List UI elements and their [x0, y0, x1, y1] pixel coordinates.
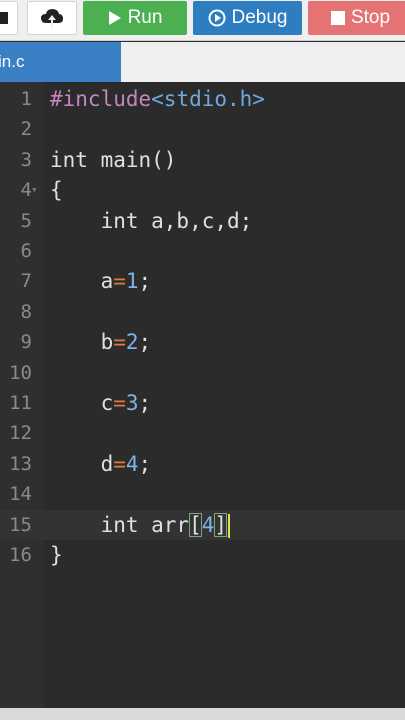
code-line[interactable]: 16} [0, 540, 405, 570]
code-line[interactable]: 15 int arr[4] [0, 509, 405, 540]
line-number: 15 [9, 513, 32, 536]
code-token: = [113, 391, 126, 415]
code-token: } [50, 543, 63, 567]
code-line[interactable]: 12 [0, 418, 405, 448]
toolbar: Run Debug Stop [0, 0, 405, 41]
code-text: c=3; [50, 388, 152, 418]
line-number: 11 [9, 392, 32, 414]
line-number: 13 [9, 452, 32, 475]
code-line[interactable]: 1 #include<stdio.h> [0, 84, 405, 114]
code-token: = [113, 451, 126, 476]
code-token: ; [138, 391, 152, 415]
line-number: 8 [20, 300, 32, 323]
code-token: #include [50, 87, 152, 111]
code-text: int arr[4] [50, 510, 231, 540]
line-number: 4 [20, 179, 32, 202]
stop-label: Stop [350, 7, 391, 28]
stop-button[interactable]: Stop [308, 1, 405, 35]
stop-icon [330, 11, 345, 25]
code-token: 2 [125, 330, 139, 355]
code-line[interactable]: 2 [0, 114, 405, 144]
code-token: 1 [125, 269, 139, 294]
line-number: 6 [20, 240, 32, 262]
code-token: = [113, 330, 126, 355]
line-number: 3 [20, 148, 32, 171]
code-token: d [50, 451, 114, 476]
code-text: d=4; [50, 449, 152, 479]
upload-button[interactable] [27, 1, 77, 35]
code-line[interactable]: 8 [0, 297, 405, 327]
code-text: int main() [50, 145, 176, 175]
line-number: 10 [9, 361, 32, 384]
code-line[interactable]: 4 ▾ { [0, 175, 405, 205]
line-number: 9 [20, 331, 32, 354]
code-token: c [50, 391, 114, 415]
code-token: [ [189, 512, 202, 537]
code-text: #include<stdio.h> [50, 84, 265, 114]
code-token: b [50, 330, 114, 355]
play-icon [108, 10, 122, 26]
code-token: 3 [125, 391, 139, 415]
line-number: 12 [9, 422, 32, 445]
line-number: 16 [9, 544, 32, 566]
code-line[interactable]: 13 d=4; [0, 449, 405, 479]
code-line[interactable]: 5 int a,b,c,d; [0, 206, 405, 236]
code-token: <stdio.h> [151, 87, 265, 111]
tab-label: in.c [0, 52, 25, 71]
code-line[interactable]: 11 c=3; [0, 388, 405, 418]
upload-cloud-icon [40, 8, 64, 28]
code-token: 4 [201, 512, 215, 537]
run-button[interactable]: Run [83, 1, 187, 35]
file-tab-bar: in.c [0, 42, 405, 82]
code-text: a=1; [50, 266, 152, 296]
code-line[interactable]: 9 b=2; [0, 327, 405, 357]
debug-icon [208, 9, 226, 27]
line-number: 14 [9, 483, 32, 506]
code-token: int arr [50, 512, 190, 537]
code-token: int a,b,c,d; [50, 208, 253, 233]
tab-main-c[interactable]: in.c [0, 42, 121, 82]
code-text: { [50, 175, 63, 205]
file-icon [0, 10, 10, 26]
code-token: 4 [125, 451, 139, 476]
code-token: ] [214, 512, 228, 537]
code-text: int a,b,c,d; [50, 206, 253, 236]
code-token: a [50, 269, 114, 294]
code-token: int main() [50, 147, 177, 172]
code-line[interactable]: 14 [0, 479, 405, 509]
code-text: } [50, 540, 63, 570]
line-number: 1 [20, 88, 32, 110]
code-token: { [50, 178, 63, 203]
code-token: ; [138, 451, 152, 476]
code-text: b=2; [50, 327, 152, 357]
code-editor[interactable]: 1 #include<stdio.h> 2 3 int main() 4 ▾{5 int a… [0, 82, 405, 708]
line-number: 2 [20, 118, 32, 141]
code-line[interactable]: 7 a=1; [0, 266, 405, 296]
bottom-panel-divider[interactable] [0, 708, 405, 720]
fold-arrow-icon[interactable]: ▾ [31, 175, 38, 205]
code-token: = [113, 269, 126, 294]
run-label: Run [127, 7, 163, 28]
code-token: ; [138, 330, 152, 355]
code-line[interactable]: 10 [0, 358, 405, 388]
code-line[interactable]: 6 [0, 236, 405, 266]
file-button[interactable] [0, 1, 18, 35]
line-number: 7 [20, 270, 32, 293]
line-number: 5 [20, 209, 32, 232]
text-cursor [228, 513, 231, 538]
debug-label: Debug [231, 7, 288, 28]
code-token: ; [138, 269, 152, 294]
debug-button[interactable]: Debug [193, 1, 302, 35]
code-line[interactable]: 3 int main() [0, 145, 405, 175]
